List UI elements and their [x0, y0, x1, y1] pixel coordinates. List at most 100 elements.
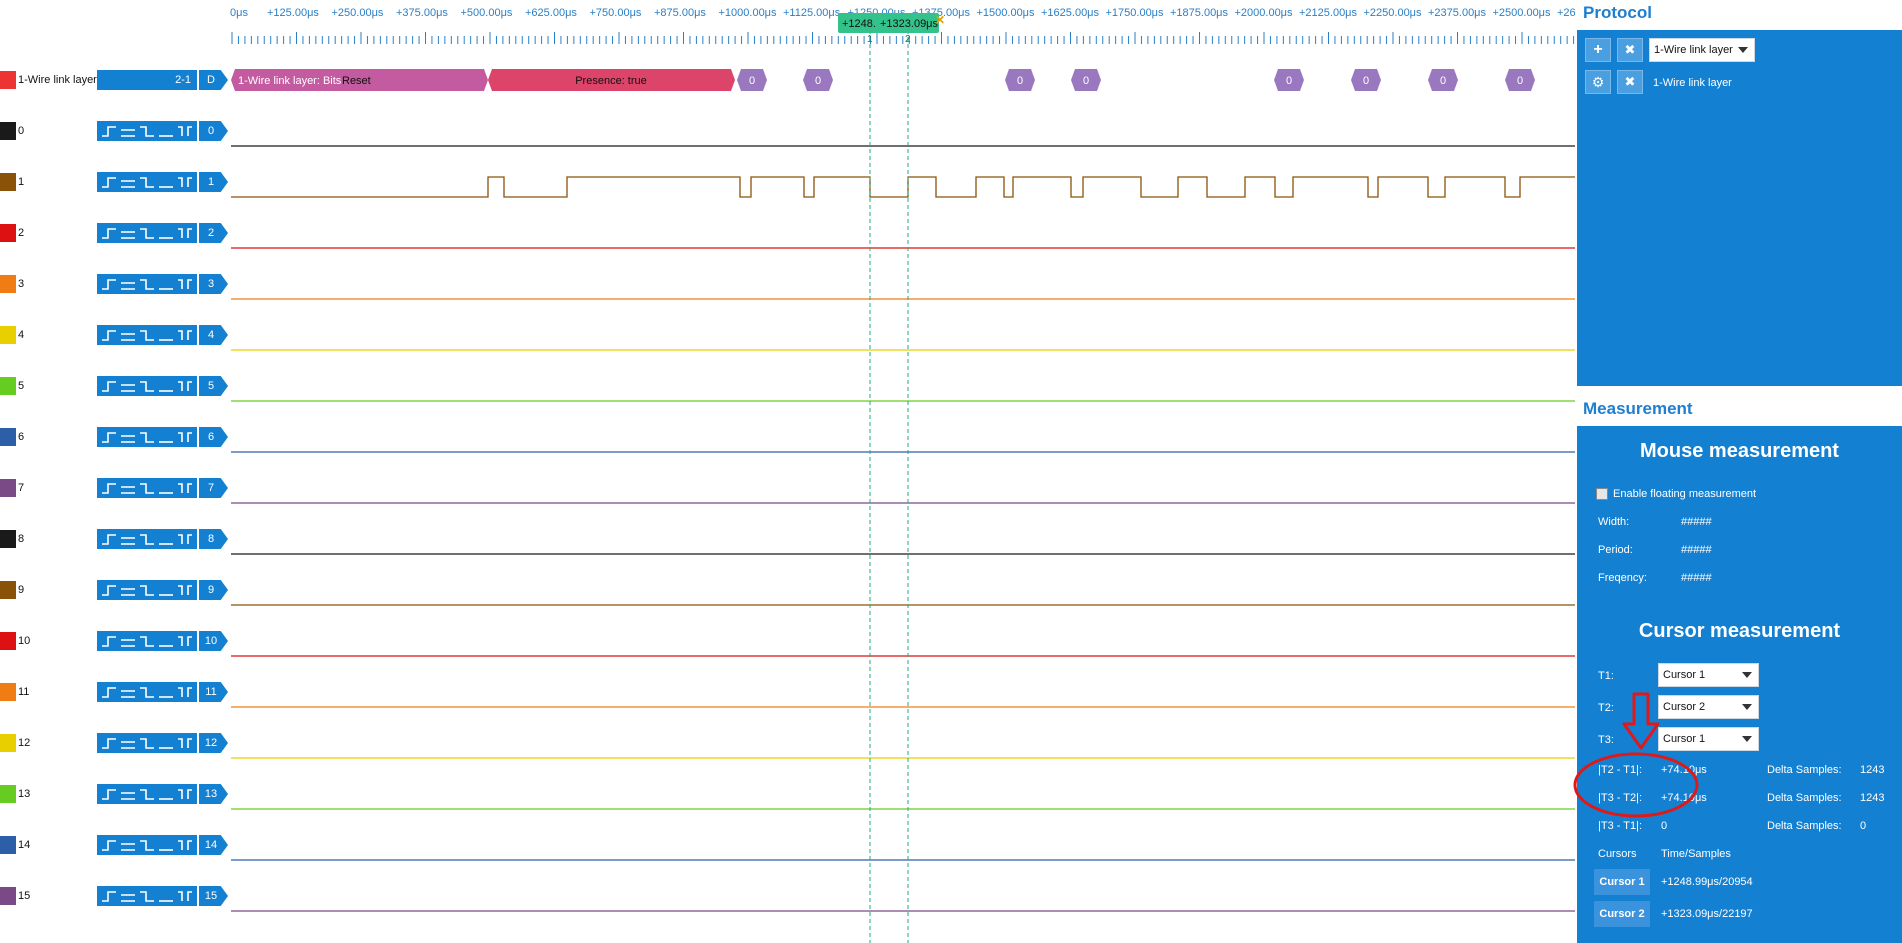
- floating-measurement-checkbox[interactable]: [1596, 488, 1608, 500]
- low-level-icon[interactable]: [157, 226, 175, 240]
- any-edge-icon[interactable]: [176, 379, 194, 393]
- low-level-icon[interactable]: [157, 430, 175, 444]
- falling-edge-icon[interactable]: [138, 685, 156, 699]
- high-level-icon[interactable]: [119, 328, 137, 342]
- low-level-icon[interactable]: [157, 481, 175, 495]
- channel-row-label[interactable]: 13: [0, 784, 30, 804]
- rising-edge-icon[interactable]: [100, 838, 118, 852]
- high-level-icon[interactable]: [119, 175, 137, 189]
- any-edge-icon[interactable]: [176, 481, 194, 495]
- high-level-icon[interactable]: [119, 532, 137, 546]
- falling-edge-icon[interactable]: [138, 277, 156, 291]
- rising-edge-icon[interactable]: [100, 175, 118, 189]
- any-edge-icon[interactable]: [176, 838, 194, 852]
- falling-edge-icon[interactable]: [138, 889, 156, 903]
- falling-edge-icon[interactable]: [138, 328, 156, 342]
- waveform-area[interactable]: 0μs +125.00μs +250.00μs +375.00μs +500.00μs…: [0, 0, 1575, 943]
- any-edge-icon[interactable]: [176, 277, 194, 291]
- channel-row-label[interactable]: 14: [0, 835, 30, 855]
- low-level-icon[interactable]: [157, 532, 175, 546]
- protocol-range-bar[interactable]: 2-1: [97, 70, 197, 90]
- channel-row-label[interactable]: 4: [0, 325, 24, 345]
- low-level-icon[interactable]: [157, 838, 175, 852]
- channel-color-chip[interactable]: [0, 887, 16, 905]
- any-edge-icon[interactable]: [176, 430, 194, 444]
- high-level-icon[interactable]: [119, 634, 137, 648]
- cursor-2-button[interactable]: Cursor 2: [1594, 901, 1650, 927]
- high-level-icon[interactable]: [119, 787, 137, 801]
- falling-edge-icon[interactable]: [138, 787, 156, 801]
- channel-color-chip[interactable]: [0, 122, 16, 140]
- channel-color-chip[interactable]: [0, 275, 16, 293]
- rising-edge-icon[interactable]: [100, 583, 118, 597]
- falling-edge-icon[interactable]: [138, 379, 156, 393]
- waveform-traces[interactable]: 1-Wire link layer: Bits Reset Presence: tr…: [0, 0, 1575, 943]
- channel-color-chip[interactable]: [0, 683, 16, 701]
- channel-color-chip[interactable]: [0, 836, 16, 854]
- rising-edge-icon[interactable]: [100, 328, 118, 342]
- any-edge-icon[interactable]: [176, 532, 194, 546]
- channel-color-chip[interactable]: [0, 479, 16, 497]
- channel-row-label[interactable]: 7: [0, 478, 24, 498]
- rising-edge-icon[interactable]: [100, 634, 118, 648]
- rising-edge-icon[interactable]: [100, 379, 118, 393]
- high-level-icon[interactable]: [119, 583, 137, 597]
- low-level-icon[interactable]: [157, 889, 175, 903]
- falling-edge-icon[interactable]: [138, 124, 156, 138]
- channel-row-label[interactable]: 5: [0, 376, 24, 396]
- any-edge-icon[interactable]: [176, 787, 194, 801]
- high-level-icon[interactable]: [119, 124, 137, 138]
- high-level-icon[interactable]: [119, 430, 137, 444]
- channel-color-chip[interactable]: [0, 377, 16, 395]
- protocol-settings-button[interactable]: ⚙: [1585, 70, 1611, 94]
- low-level-icon[interactable]: [157, 277, 175, 291]
- falling-edge-icon[interactable]: [138, 481, 156, 495]
- channel-row-label[interactable]: 12: [0, 733, 30, 753]
- add-protocol-button[interactable]: +: [1585, 38, 1611, 62]
- falling-edge-icon[interactable]: [138, 226, 156, 240]
- delete-protocol-button[interactable]: ✖: [1617, 70, 1643, 94]
- t1-select[interactable]: Cursor 1: [1658, 663, 1759, 687]
- channel-row-label[interactable]: 0: [0, 121, 24, 141]
- low-level-icon[interactable]: [157, 787, 175, 801]
- any-edge-icon[interactable]: [176, 328, 194, 342]
- low-level-icon[interactable]: [157, 379, 175, 393]
- t3-select[interactable]: Cursor 1: [1658, 727, 1759, 751]
- channel-row-label[interactable]: 15: [0, 886, 30, 906]
- protocol-row-label[interactable]: 1-Wire link layer: [0, 70, 97, 90]
- channel-row-label[interactable]: 6: [0, 427, 24, 447]
- high-level-icon[interactable]: [119, 481, 137, 495]
- any-edge-icon[interactable]: [176, 736, 194, 750]
- high-level-icon[interactable]: [119, 379, 137, 393]
- rising-edge-icon[interactable]: [100, 532, 118, 546]
- channel-row-label[interactable]: 3: [0, 274, 24, 294]
- rising-edge-icon[interactable]: [100, 481, 118, 495]
- low-level-icon[interactable]: [157, 583, 175, 597]
- channel-row-label[interactable]: 2: [0, 223, 24, 243]
- channel-row-label[interactable]: 1: [0, 172, 24, 192]
- cursor-close-icon[interactable]: ✕: [935, 13, 945, 27]
- channel-row-label[interactable]: 8: [0, 529, 24, 549]
- low-level-icon[interactable]: [157, 736, 175, 750]
- channel-color-chip[interactable]: [0, 428, 16, 446]
- any-edge-icon[interactable]: [176, 634, 194, 648]
- channel-color-chip[interactable]: [0, 785, 16, 803]
- rising-edge-icon[interactable]: [100, 787, 118, 801]
- falling-edge-icon[interactable]: [138, 532, 156, 546]
- falling-edge-icon[interactable]: [138, 175, 156, 189]
- t2-select[interactable]: Cursor 2: [1658, 695, 1759, 719]
- rising-edge-icon[interactable]: [100, 124, 118, 138]
- cursor-1-button[interactable]: Cursor 1: [1594, 869, 1650, 895]
- rising-edge-icon[interactable]: [100, 226, 118, 240]
- rising-edge-icon[interactable]: [100, 277, 118, 291]
- high-level-icon[interactable]: [119, 277, 137, 291]
- any-edge-icon[interactable]: [176, 583, 194, 597]
- low-level-icon[interactable]: [157, 328, 175, 342]
- rising-edge-icon[interactable]: [100, 736, 118, 750]
- channel-row-label[interactable]: 9: [0, 580, 24, 600]
- low-level-icon[interactable]: [157, 124, 175, 138]
- falling-edge-icon[interactable]: [138, 583, 156, 597]
- falling-edge-icon[interactable]: [138, 634, 156, 648]
- channel-color-chip[interactable]: [0, 326, 16, 344]
- high-level-icon[interactable]: [119, 889, 137, 903]
